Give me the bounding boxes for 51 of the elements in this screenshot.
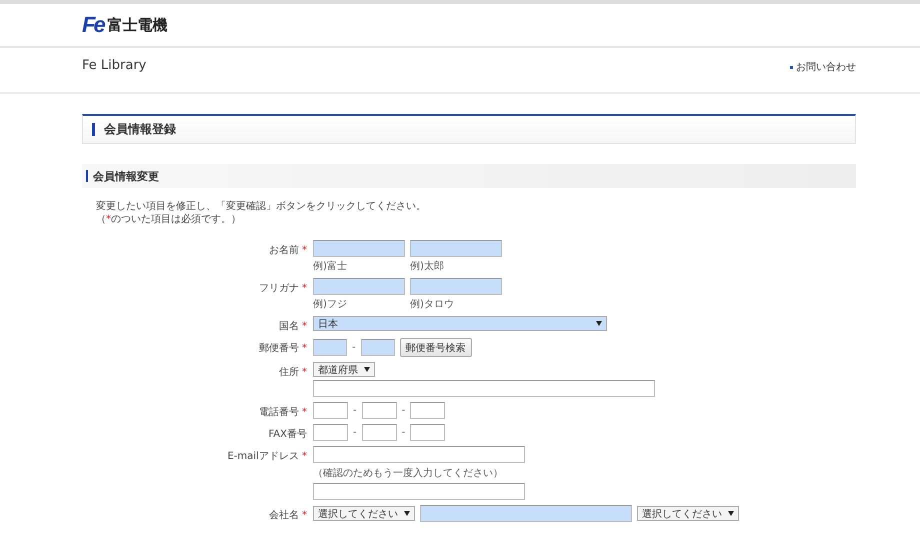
- example-hint: 例)フジ: [313, 298, 348, 311]
- phone-field[interactable]: [362, 402, 397, 419]
- postal-field[interactable]: [313, 339, 347, 356]
- field-label: お名前 *: [268, 244, 307, 258]
- company-type-select[interactable]: 選択してください: [313, 506, 415, 521]
- text-field[interactable]: [313, 278, 405, 295]
- email-field[interactable]: [313, 446, 525, 463]
- example-hint: 例)富士: [313, 260, 348, 273]
- separator-text: -: [353, 427, 357, 438]
- caret-icon: [364, 367, 370, 372]
- field-label: 郵便番号 *: [258, 342, 307, 356]
- contact-link[interactable]: お問い合わせ: [790, 58, 856, 74]
- caret-icon: [404, 511, 410, 516]
- field-label: 電話番号 *: [258, 406, 307, 419]
- phone-field[interactable]: [362, 424, 397, 441]
- text-field[interactable]: [410, 240, 502, 257]
- field-label: 住所 *: [278, 366, 307, 380]
- caret-icon: [596, 321, 602, 326]
- separator-text: -: [402, 427, 406, 438]
- page-title: 会員情報登録: [82, 114, 856, 144]
- postal-field[interactable]: [360, 339, 395, 356]
- example-hint: 例)タロウ: [410, 298, 455, 311]
- section-heading: 会員情報変更: [82, 164, 856, 188]
- text-field[interactable]: [313, 240, 405, 257]
- text-field[interactable]: [410, 278, 502, 295]
- prefecture-select[interactable]: 都道府県: [313, 362, 375, 377]
- email-note: （確認のためもう一度入力してください）: [313, 466, 504, 480]
- phone-field[interactable]: [410, 424, 446, 441]
- phone-field[interactable]: [313, 424, 348, 441]
- field-label: 会社名 *: [268, 508, 307, 522]
- company-type-select[interactable]: 選択してください: [637, 506, 739, 521]
- postal-search-button[interactable]: 郵便番号検索: [400, 338, 472, 357]
- phone-field[interactable]: [410, 402, 446, 419]
- address-field[interactable]: [313, 380, 655, 397]
- phone-field[interactable]: [313, 402, 348, 419]
- example-hint: 例)太郎: [410, 260, 445, 273]
- site-name: Fe Library: [82, 58, 146, 73]
- logo-text: 富士電機: [108, 16, 168, 34]
- email-confirm-field[interactable]: [313, 483, 525, 500]
- intro-text: 変更したい項目を修正し、「変更確認」ボタンをクリックしてください。 （*のついた項目は必須です。）: [96, 200, 427, 226]
- country-select[interactable]: 日本: [313, 316, 607, 331]
- field-label: E-mailアドレス *: [226, 450, 307, 464]
- field-label: フリガナ *: [258, 282, 307, 296]
- separator-text: -: [402, 405, 406, 416]
- separator-text: -: [353, 405, 357, 416]
- logo-mark: Fe: [82, 12, 104, 38]
- separator-text: -: [352, 342, 356, 353]
- field-label: 国名 *: [278, 320, 307, 333]
- field-label: FAX番号: [267, 428, 307, 441]
- caret-icon: [728, 511, 734, 516]
- company-field[interactable]: [420, 505, 632, 522]
